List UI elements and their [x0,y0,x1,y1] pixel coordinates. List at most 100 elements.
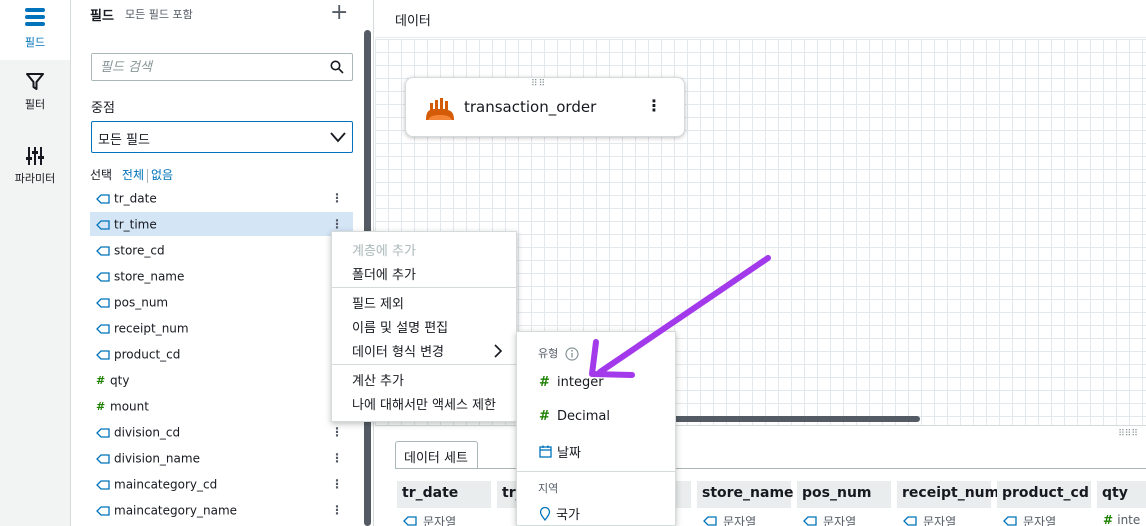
column-header[interactable]: qty [1097,481,1146,508]
column-type-cell: 문자열 [797,513,856,526]
column-type-label: 문자열 [1023,515,1057,526]
string-type-icon [96,427,110,438]
search-icon[interactable] [330,60,344,74]
string-type-icon [96,245,110,256]
field-context-menu: 계층에 추가 폴더에 추가 필드 제외 이름 및 설명 편집 데이터 형식 변경… [331,231,517,422]
string-type-icon [96,193,110,204]
string-type-icon [96,323,110,334]
column-type-label: inte [1117,513,1141,526]
field-row[interactable]: tr_time ⋮ [90,212,353,236]
field-name: product_cd [114,347,181,362]
submenu-date[interactable]: 날짜 [539,442,581,461]
add-field-button[interactable]: + [330,1,348,25]
column-type-cell: 문자열 [697,513,756,526]
field-row[interactable]: store_name [90,264,353,288]
string-type-icon [96,271,110,282]
more-options-icon[interactable]: ⋮ [331,186,343,210]
field-name: pos_num [114,295,169,310]
data-preview-panel: ⠿⠿⠿ 데이터 세트 tr_date 문자열 tr_ store_name 문자열 pos… [375,425,1146,526]
column-type-label: 문자열 [823,515,857,526]
database-icon [25,8,45,26]
info-icon[interactable] [565,347,579,361]
drag-handle-icon[interactable]: ⠿⠿ [531,79,546,89]
rail-parameters[interactable]: 파라미터 [0,146,70,196]
submenu-decimal[interactable]: # Decimal [539,409,610,424]
field-name: receipt_num [114,321,189,336]
left-rail: 필드 필터 파라미터 [0,0,71,526]
string-type-icon [703,516,717,526]
column-header[interactable]: tr_date [397,481,491,508]
focus-label: 중점 [91,101,115,116]
column-type-label: 문자열 [423,515,457,526]
page-title: 데이터 [395,14,431,29]
column-header[interactable]: store_name [697,481,794,508]
rail-filter-label: 필터 [24,98,46,111]
main-header: 데이터 [375,0,1146,38]
string-type-icon [96,219,110,230]
panel-title: 필드 [90,9,114,24]
annotation-arrow [589,255,771,378]
field-name: store_cd [114,243,165,258]
string-type-icon [1003,516,1017,526]
submenu-region-header: 지역 [538,482,559,495]
column-type-label: 문자열 [923,515,957,526]
menu-exclude-field[interactable]: 필드 제외 [352,293,404,312]
menu-add-to-folder[interactable]: 폴더에 추가 [352,264,416,283]
submenu-date-label: 날짜 [557,446,581,461]
chevron-down-icon [330,132,346,143]
field-row[interactable]: store_cd [90,238,353,262]
column-header[interactable]: pos_num [797,481,891,508]
menu-change-data-type[interactable]: 데이터 형식 변경 [352,341,444,360]
calendar-icon [539,445,552,458]
submenu-country[interactable]: 국가 [539,504,580,523]
dataset-node-label: transaction_order [464,98,597,116]
column-header[interactable]: product_cd [997,481,1091,508]
rail-fields[interactable]: 필드 [0,0,70,60]
menu-restrict-access[interactable]: 나에 대해서만 액세스 제한 [352,394,496,413]
field-name: division_name [114,451,200,466]
field-row[interactable]: # mount [90,394,353,418]
menu-add-calculation[interactable]: 계산 추가 [352,370,404,389]
field-row[interactable]: division_name ⋮ [90,446,353,470]
menu-add-to-hierarchy: 계층에 추가 [352,244,416,259]
resize-handle-icon[interactable]: ⠿⠿⠿ [1118,429,1138,439]
more-options-icon[interactable]: ⋮ [331,420,343,444]
field-row[interactable]: tr_date ⋮ [90,186,353,210]
more-options-icon[interactable]: ⋮ [331,498,343,522]
submenu-type-header: 유형 [538,345,579,361]
string-type-icon [96,297,110,308]
string-type-icon [803,516,817,526]
more-options-icon[interactable]: ⋮ [331,472,343,496]
more-options-icon[interactable]: ⋮ [646,96,662,115]
menu-divider [332,364,516,365]
field-row[interactable]: maincategory_name ⋮ [90,498,353,522]
field-name: maincategory_name [114,503,238,518]
focus-select-value: 모든 필드 [98,133,150,148]
column-type-cell: 문자열 [397,513,456,526]
field-row[interactable]: pos_num [90,290,353,314]
athena-icon [426,98,454,120]
search-input[interactable] [92,54,322,80]
field-row[interactable]: receipt_num [90,316,353,340]
menu-edit-name[interactable]: 이름 및 설명 편집 [352,317,448,336]
field-row[interactable]: # qty [90,368,353,392]
rail-filter[interactable]: 필터 [0,72,70,122]
panel-subtitle: 모든 필드 포함 [125,8,193,21]
dataset-node[interactable]: ⠿⠿ transaction_order ⋮ [405,77,685,137]
more-options-icon[interactable]: ⋮ [331,446,343,470]
column-type-label: 문자열 [723,515,757,526]
chevron-right-icon [494,344,503,358]
select-none-link[interactable]: 없음 [151,168,173,182]
tab-dataset[interactable]: 데이터 세트 [395,441,478,469]
number-type-icon: # [96,374,106,387]
string-type-icon [403,516,417,526]
column-header[interactable]: receipt_num [897,481,999,508]
select-all-link[interactable]: 전체 [122,168,144,182]
field-row[interactable]: product_cd [90,342,353,366]
focus-select[interactable]: 모든 필드 [91,121,353,153]
number-type-icon: # [1103,513,1118,526]
field-row[interactable]: division_cd ⋮ [90,420,353,444]
location-pin-icon [539,506,551,522]
field-row[interactable]: maincategory_cd ⋮ [90,472,353,496]
string-type-icon [96,453,110,464]
